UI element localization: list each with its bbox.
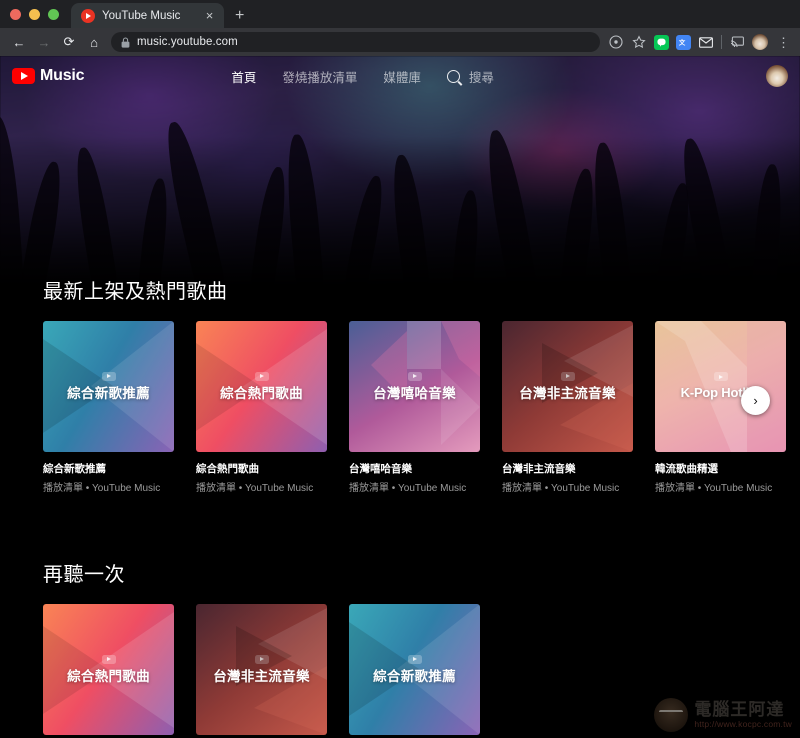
card-row-listen-again: 綜合熱門歌曲 綜合熱門歌曲 播放清單 • YouTube Music 台灣非主流… — [43, 604, 480, 738]
mail-extension-icon[interactable] — [698, 34, 714, 50]
search-icon — [446, 69, 460, 83]
toolbar-divider — [721, 35, 722, 49]
section-title-new-and-hot: 最新上架及熱門歌曲 — [43, 281, 228, 303]
card-artwork-label: 綜合新歌推薦 — [373, 668, 456, 684]
card-artwork-label: 綜合新歌推薦 — [67, 385, 150, 401]
nav-item-hot-playlists[interactable]: 發燒播放清單 — [282, 67, 357, 86]
card-title: 台灣非主流音樂 — [502, 463, 576, 475]
cast-icon[interactable] — [729, 34, 745, 50]
card-artwork: 綜合新歌推薦 — [349, 604, 480, 735]
close-window-button[interactable] — [10, 8, 21, 20]
install-icon[interactable] — [608, 34, 624, 50]
home-icon[interactable]: ⌂ — [83, 31, 105, 53]
card-artwork: 台灣嘻哈音樂 — [349, 321, 480, 452]
card-title: 韓流歌曲精選 — [655, 463, 718, 475]
lock-icon — [121, 36, 130, 48]
card-artwork-label: 綜合熱門歌曲 — [220, 385, 303, 401]
card-artwork-label: 台灣嘻哈音樂 — [373, 385, 456, 401]
search-button[interactable]: 搜尋 — [446, 67, 494, 86]
card-artwork: 台灣非主流音樂 — [196, 604, 327, 735]
url-text: music.youtube.com — [137, 36, 238, 48]
card-title: 綜合新歌推薦 — [43, 463, 106, 475]
card-artwork-label: 台灣非主流音樂 — [213, 668, 310, 684]
logo-text: Music — [40, 67, 85, 84]
ytm-header: Music 首頁 發燒播放清單 媒體庫 搜尋 — [0, 56, 800, 96]
card-subtitle: 播放清單 • YouTube Music — [349, 483, 467, 494]
music-card[interactable]: 綜合熱門歌曲 綜合熱門歌曲 播放清單 • YouTube Music — [43, 604, 174, 738]
nav-item-library[interactable]: 媒體庫 — [383, 67, 421, 86]
youtube-music-logo[interactable]: Music — [12, 67, 85, 85]
card-artwork: 綜合熱門歌曲 — [43, 604, 174, 735]
navigation-buttons: ← → ⟳ ⌂ — [8, 31, 105, 53]
music-card[interactable]: 綜合新歌推薦 綜合新歌推薦 播放清單 • YouTube Music — [349, 604, 480, 738]
card-subtitle: 播放清單 • YouTube Music — [43, 483, 161, 494]
youtube-play-icon — [12, 68, 35, 84]
translate-extension-icon[interactable]: 文 — [676, 34, 691, 50]
card-artwork: 綜合新歌推薦 — [43, 321, 174, 452]
tab-title: YouTube Music — [102, 9, 181, 22]
card-artwork: K-Pop Hotlist — [655, 321, 786, 452]
music-card[interactable]: 台灣非主流音樂 台灣非主流音樂 播放清單 • YouTube Music — [502, 321, 633, 494]
tab-strip: YouTube Music × + — [0, 0, 800, 28]
reload-icon[interactable]: ⟳ — [58, 31, 80, 53]
ytm-navigation: 首頁 發燒播放清單 媒體庫 搜尋 — [231, 67, 494, 86]
search-label: 搜尋 — [468, 70, 494, 85]
music-card[interactable]: 台灣非主流音樂 台灣非主流音樂 播放清單 • YouTube Music — [196, 604, 327, 738]
watermark-face-icon — [654, 698, 689, 732]
music-card[interactable]: 綜合熱門歌曲 綜合熱門歌曲 播放清單 • YouTube Music — [196, 321, 327, 494]
watermark-text: 電腦王阿達 http://www.kocpc.com.tw — [694, 701, 792, 729]
card-title: 綜合熱門歌曲 — [196, 463, 259, 475]
avatar[interactable] — [766, 65, 788, 87]
card-title: 台灣嘻哈音樂 — [349, 463, 412, 475]
toolbar-actions: 文 ⋮ — [608, 34, 792, 50]
card-row-new-and-hot: 綜合新歌推薦 綜合新歌推薦 播放清單 • YouTube Music 綜合熱門歌… — [43, 321, 786, 494]
card-artwork: 台灣非主流音樂 — [502, 321, 633, 452]
maximize-window-button[interactable] — [48, 8, 59, 20]
card-subtitle: 播放清單 • YouTube Music — [502, 483, 620, 494]
carousel-next-button[interactable]: › — [741, 386, 770, 415]
svg-text:文: 文 — [679, 37, 686, 46]
browser-tab[interactable]: YouTube Music × — [71, 3, 224, 28]
window-controls — [10, 0, 71, 28]
back-icon[interactable]: ← — [8, 31, 30, 53]
card-artwork-label: 台灣非主流音樂 — [519, 385, 616, 401]
youtube-favicon — [81, 8, 95, 23]
page-content: Music 首頁 發燒播放清單 媒體庫 搜尋 最新上架及熱門歌曲 綜合新歌推薦 … — [0, 56, 800, 738]
close-icon[interactable]: × — [202, 9, 217, 22]
card-artwork-label: 綜合熱門歌曲 — [67, 668, 150, 684]
browser-toolbar: ← → ⟳ ⌂ music.youtube.com 文 ⋮ — [0, 28, 800, 56]
music-card[interactable]: 綜合新歌推薦 綜合新歌推薦 播放清單 • YouTube Music — [43, 321, 174, 494]
card-subtitle: 播放清單 • YouTube Music — [655, 483, 773, 494]
watermark-url: http://www.kocpc.com.tw — [694, 719, 792, 730]
site-watermark: 電腦王阿達 http://www.kocpc.com.tw — [654, 698, 792, 732]
menu-dots-icon[interactable]: ⋮ — [775, 36, 792, 49]
nav-item-home[interactable]: 首頁 — [231, 67, 256, 86]
minimize-window-button[interactable] — [29, 8, 40, 20]
browser-window: YouTube Music × + ← → ⟳ ⌂ music.youtube.… — [0, 0, 800, 738]
address-bar[interactable]: music.youtube.com — [111, 32, 600, 52]
bookmark-star-icon[interactable] — [631, 34, 647, 50]
card-artwork: 綜合熱門歌曲 — [196, 321, 327, 452]
watermark-name: 電腦王阿達 — [694, 700, 785, 720]
line-extension-icon[interactable] — [654, 34, 669, 50]
section-title-listen-again: 再聽一次 — [43, 564, 125, 586]
new-tab-button[interactable]: + — [235, 8, 244, 24]
profile-avatar[interactable] — [752, 34, 768, 50]
forward-icon[interactable]: → — [33, 31, 55, 53]
card-subtitle: 播放清單 • YouTube Music — [196, 483, 314, 494]
music-card[interactable]: 台灣嘻哈音樂 台灣嘻哈音樂 播放清單 • YouTube Music — [349, 321, 480, 494]
